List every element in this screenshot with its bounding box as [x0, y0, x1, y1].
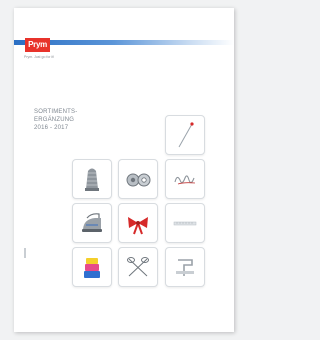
needle-icon [178, 122, 194, 148]
thimble-icon [85, 168, 99, 191]
scissors-icon [127, 257, 149, 277]
tile-ruler[interactable] [165, 203, 205, 243]
page-edge-mark [24, 248, 26, 258]
cover-heading: SORTIMENTS- ERGÄNZUNG 2016 - 2017 [34, 108, 104, 132]
hook-fastener-icon [176, 259, 194, 276]
iron-icon [82, 213, 102, 232]
safety-pin-icon [174, 175, 196, 185]
brand-tagline: Prym. Just go for it! [24, 55, 55, 59]
tile-hook-fastener[interactable] [165, 247, 205, 287]
heading-line-3: 2016 - 2017 [34, 125, 69, 131]
prym-logo: Prym [25, 38, 50, 52]
ruler-icon [173, 221, 197, 226]
tile-scissors[interactable] [118, 247, 158, 287]
catalog-cover: Prym Prym. Just go for it! SORTIMENTS- E… [14, 8, 234, 332]
heading-line-1: SORTIMENTS- [34, 109, 78, 115]
snap-fastener-icon [126, 173, 151, 187]
tile-colored-bobbins[interactable] [72, 247, 112, 287]
tile-ribbon-bow[interactable] [118, 203, 158, 243]
heading-line-2: ERGÄNZUNG [34, 117, 75, 123]
ribbon-bow-icon [128, 217, 148, 235]
colored-bobbins-icon [84, 258, 100, 278]
tile-iron[interactable] [72, 203, 112, 243]
tile-thimble[interactable] [72, 159, 112, 199]
tile-safety-pin[interactable] [165, 159, 205, 199]
tile-snap-fastener[interactable] [118, 159, 158, 199]
tile-needle[interactable] [165, 115, 205, 155]
